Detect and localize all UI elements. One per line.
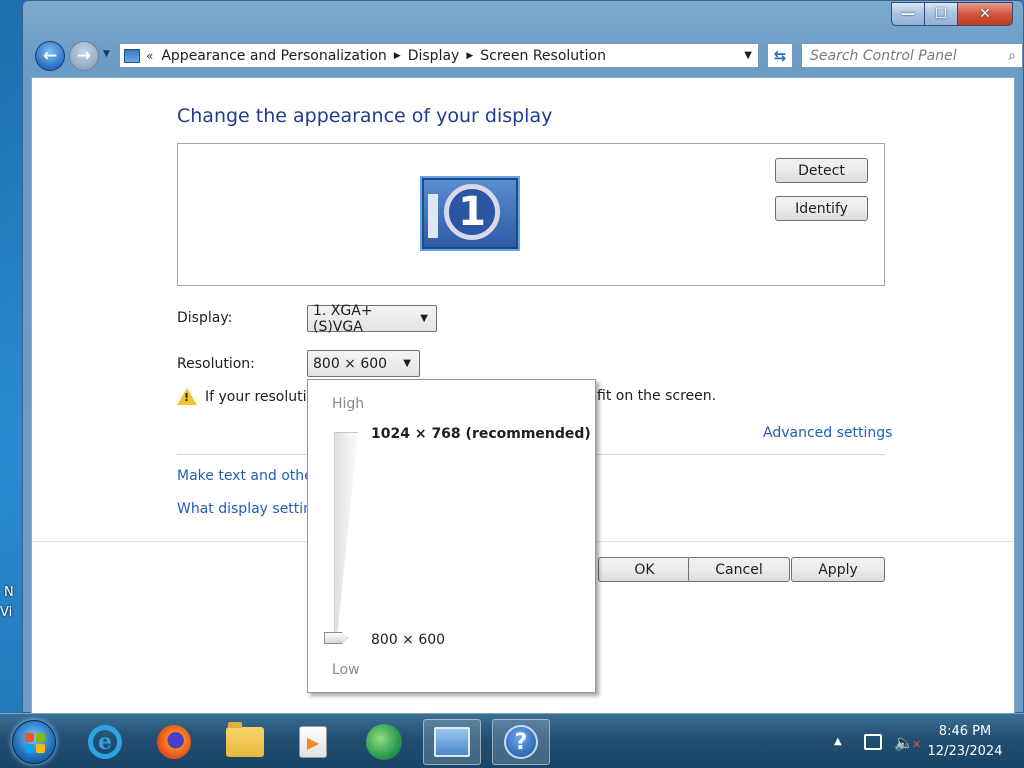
- desktop-icon-label: N Vi: [0, 583, 14, 623]
- resolution-select-value: 800 × 600: [313, 355, 388, 372]
- monitor-strip: [428, 194, 438, 238]
- resolution-option-1024x768[interactable]: 1024 × 768 (recommended): [371, 426, 591, 442]
- windows-logo-icon: [25, 733, 45, 753]
- minimize-button[interactable]: —: [891, 2, 925, 26]
- advanced-settings-link[interactable]: Advanced settings: [763, 425, 892, 441]
- resolution-slider-track[interactable]: [334, 432, 358, 644]
- navigation-bar: ← → ▼ « Appearance and Personalization ▶…: [33, 39, 1023, 73]
- maximize-icon: ☐: [934, 6, 948, 22]
- display-label: Display:: [177, 310, 233, 326]
- warning-text-end: fit on the screen.: [597, 388, 717, 404]
- firefox-icon: [157, 725, 191, 759]
- display-select[interactable]: 1. XGA+(S)VGA ▼: [307, 302, 437, 335]
- maximize-button[interactable]: ☐: [924, 2, 958, 26]
- page-title: Change the appearance of your display: [177, 105, 553, 127]
- detect-button[interactable]: Detect: [775, 158, 868, 183]
- search-icon: ⌕: [1008, 47, 1016, 64]
- breadcrumb-appearance[interactable]: Appearance and Personalization: [161, 48, 386, 64]
- taskbar-messenger[interactable]: [355, 719, 413, 765]
- breadcrumb-screen-resolution[interactable]: Screen Resolution: [480, 48, 606, 64]
- slider-top-tick: [334, 432, 358, 433]
- slider-low-label: Low: [332, 662, 360, 678]
- resolution-label: Resolution:: [177, 356, 255, 372]
- back-button[interactable]: ←: [35, 41, 65, 71]
- internet-explorer-icon: e: [88, 725, 122, 759]
- help-icon: ?: [504, 725, 538, 759]
- recent-pages-dropdown-icon[interactable]: ▼: [103, 49, 110, 59]
- folder-icon: [226, 722, 264, 757]
- text-size-link[interactable]: Make text and othe: [177, 468, 313, 484]
- resolution-select[interactable]: 800 × 600 ▼: [307, 350, 420, 377]
- monitor-1-icon[interactable]: 1: [420, 176, 520, 251]
- forward-button[interactable]: →: [69, 41, 99, 71]
- address-overflow[interactable]: «: [146, 49, 153, 63]
- media-player-icon: ▶: [299, 726, 327, 758]
- resolution-slider-thumb[interactable]: [324, 632, 348, 644]
- caption-buttons: — ☐ ✕: [891, 2, 1013, 26]
- search-placeholder: Search Control Panel: [810, 47, 957, 64]
- minimize-icon: —: [901, 6, 915, 22]
- breadcrumb-display[interactable]: Display: [408, 48, 460, 64]
- show-hidden-icons-icon[interactable]: ▲: [834, 736, 842, 747]
- taskbar-file-explorer[interactable]: [216, 719, 274, 765]
- desktop-label-1: N: [4, 585, 14, 600]
- control-panel-icon: [434, 727, 470, 757]
- display-settings-help-link[interactable]: What display setting: [177, 501, 321, 517]
- volume-muted-icon[interactable]: 🔈✕: [894, 733, 921, 752]
- search-input[interactable]: Search Control Panel ⌕: [801, 43, 1023, 68]
- refresh-button[interactable]: ⇆: [767, 43, 793, 68]
- chevron-down-icon: ▼: [403, 358, 411, 369]
- refresh-icon: ⇆: [773, 46, 787, 65]
- monitor-number: 1: [444, 184, 500, 240]
- forward-arrow-icon: →: [76, 46, 92, 66]
- resolution-slider-popup: High 1024 × 768 (recommended) 800 × 600 …: [307, 379, 596, 693]
- chevron-down-icon: ▼: [420, 313, 428, 324]
- ok-button[interactable]: OK: [598, 557, 691, 582]
- taskbar: e ▶ ? ▲ 🔈✕ 8:46 PM 12/23/2024: [0, 713, 1024, 768]
- control-panel-icon: [124, 48, 140, 63]
- desktop-label-2: Vi: [0, 605, 13, 620]
- monitor-preview-panel: 1 Detect Identify: [177, 143, 885, 286]
- cancel-button[interactable]: Cancel: [688, 557, 790, 582]
- taskbar-internet-explorer[interactable]: e: [76, 719, 134, 765]
- close-button[interactable]: ✕: [957, 2, 1013, 26]
- clock-time: 8:46 PM: [938, 724, 992, 739]
- taskbar-help[interactable]: ?: [492, 719, 550, 765]
- breadcrumb-arrow-icon[interactable]: ▶: [394, 51, 401, 61]
- address-bar[interactable]: « Appearance and Personalization ▶ Displ…: [119, 43, 759, 68]
- taskbar-control-panel[interactable]: [423, 719, 481, 765]
- warning-icon: [177, 388, 197, 405]
- apply-button[interactable]: Apply: [791, 557, 885, 582]
- slider-high-label: High: [332, 396, 365, 412]
- start-button[interactable]: [12, 720, 56, 764]
- clock-date: 12/23/2024: [927, 744, 1003, 759]
- taskbar-firefox[interactable]: [145, 719, 203, 765]
- resolution-option-800x600[interactable]: 800 × 600: [371, 632, 445, 648]
- identify-button[interactable]: Identify: [775, 196, 868, 221]
- taskbar-media-player[interactable]: ▶: [284, 719, 342, 765]
- address-dropdown-icon[interactable]: ▼: [744, 50, 752, 61]
- close-icon: ✕: [979, 6, 991, 22]
- back-arrow-icon: ←: [42, 46, 58, 66]
- breadcrumb-arrow-icon[interactable]: ▶: [466, 51, 473, 61]
- warning-text-start: If your resolutio: [205, 388, 316, 405]
- network-icon[interactable]: [864, 734, 882, 750]
- messenger-icon: [366, 724, 402, 760]
- resolution-warning: If your resolutio: [177, 388, 315, 405]
- display-select-value: 1. XGA+(S)VGA: [313, 302, 373, 335]
- system-clock[interactable]: 8:46 PM 12/23/2024: [920, 722, 1010, 762]
